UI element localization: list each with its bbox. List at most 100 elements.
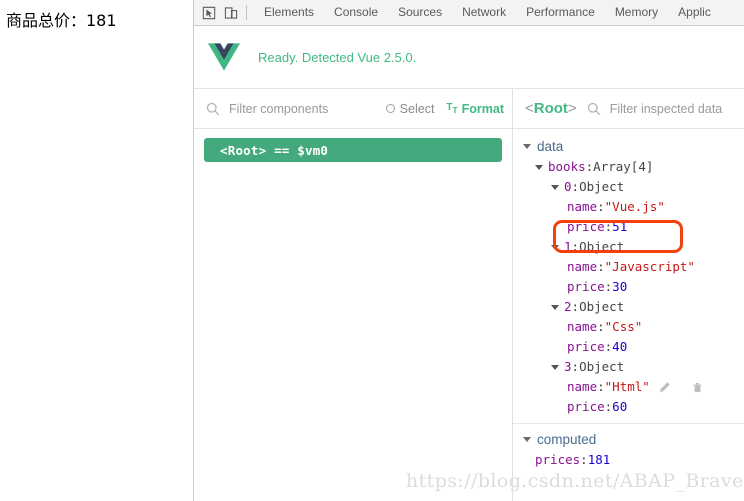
data-row-book-2-price[interactable]: price: 40: [513, 337, 744, 357]
toolbar-divider: [246, 5, 247, 20]
data-row-book-3[interactable]: 3: Object: [513, 357, 744, 377]
row-separator: :: [580, 452, 588, 467]
computed-row-prices[interactable]: prices: 181: [513, 450, 744, 470]
search-icon: [206, 102, 220, 115]
row-key: price: [567, 339, 605, 354]
component-tree-toolbar: Select TT Format: [194, 89, 512, 129]
tab-sources[interactable]: Sources: [388, 0, 452, 25]
edit-pencil-icon[interactable]: [658, 381, 671, 394]
filter-inspected-data-input[interactable]: [609, 101, 736, 116]
tab-network[interactable]: Network: [452, 0, 516, 25]
section-header-data[interactable]: data: [513, 136, 744, 157]
row-separator: :: [571, 239, 580, 254]
row-separator: :: [604, 339, 613, 354]
data-row-book-3-name[interactable]: name: "Html": [513, 377, 744, 397]
row-key: price: [567, 399, 605, 414]
devtools-tabbar: Elements Console Sources Network Perform…: [194, 0, 744, 26]
devtools-body: Select TT Format <Root> == $vm0 <Root>: [194, 89, 744, 501]
devtools-panel: Elements Console Sources Network Perform…: [193, 0, 744, 501]
tag-close-bracket: >: [567, 100, 577, 117]
vue-status-text: Ready. Detected Vue 2.5.0.: [258, 49, 417, 65]
row-key: 1: [564, 239, 572, 254]
tab-performance[interactable]: Performance: [516, 0, 605, 25]
tree-node-root[interactable]: <Root> == $vm0: [204, 138, 502, 162]
row-value: 40: [612, 339, 628, 354]
section-label: data: [537, 139, 564, 154]
row-value: "Html": [604, 379, 650, 394]
data-row-book-1-price[interactable]: price: 30: [513, 277, 744, 297]
row-value: "Javascript": [604, 259, 695, 274]
tree-node-label: <Root> == $vm0: [220, 142, 329, 158]
row-key: 2: [564, 299, 572, 314]
row-separator: :: [604, 219, 613, 234]
data-row-book-0-name[interactable]: name: "Vue.js": [513, 197, 744, 217]
tab-console[interactable]: Console: [324, 0, 388, 25]
delete-trash-icon[interactable]: [691, 381, 704, 394]
row-separator: :: [597, 379, 605, 394]
row-value: Array[4]: [593, 159, 654, 174]
target-circle-icon: [385, 104, 395, 113]
tab-elements[interactable]: Elements: [254, 0, 324, 25]
vue-logo: [208, 43, 240, 71]
row-key: 3: [564, 359, 572, 374]
format-toggle-button[interactable]: TT Format: [446, 102, 504, 116]
row-separator: :: [585, 159, 594, 174]
tag-open-bracket: <: [525, 100, 534, 117]
filter-components-input[interactable]: [229, 101, 374, 116]
data-row-books[interactable]: books: Array[4]: [513, 157, 744, 177]
inspected-data-pane: <Root> data books: Array[4: [513, 89, 744, 501]
chevron-down-icon: [535, 164, 543, 170]
row-key: price: [567, 219, 605, 234]
data-row-book-0[interactable]: 0: Object: [513, 177, 744, 197]
web-page-content: 商品总价：181: [0, 0, 193, 501]
data-row-book-2[interactable]: 2: Object: [513, 297, 744, 317]
text-format-icon: TT: [446, 102, 458, 115]
row-value: "Css": [604, 319, 643, 334]
row-value: 60: [612, 399, 628, 414]
row-value: Object: [579, 299, 625, 314]
row-separator: :: [571, 179, 580, 194]
row-action-icons: [658, 381, 704, 394]
row-value: Object: [579, 179, 625, 194]
row-key: name: [567, 319, 598, 334]
chevron-down-icon: [551, 244, 559, 250]
data-row-book-3-price[interactable]: price: 60: [513, 397, 744, 417]
page-title: 商品总价：181: [6, 11, 117, 30]
row-value: 30: [612, 279, 628, 294]
row-value: 51: [612, 219, 628, 234]
tab-application[interactable]: Applic: [668, 0, 721, 25]
chevron-down-icon: [551, 304, 559, 310]
select-button-label: Select: [399, 101, 435, 116]
chevron-down-icon: [523, 437, 531, 442]
device-toolbar-icon[interactable]: [220, 2, 242, 24]
data-row-book-2-name[interactable]: name: "Css": [513, 317, 744, 337]
section-header-computed[interactable]: computed: [513, 423, 744, 450]
section-label: computed: [537, 432, 597, 447]
row-key: price: [567, 279, 605, 294]
inspected-data-toolbar: <Root>: [513, 89, 744, 129]
data-row-book-0-price[interactable]: price: 51: [513, 217, 744, 237]
row-separator: :: [604, 279, 613, 294]
chevron-down-icon: [551, 184, 559, 190]
tab-memory[interactable]: Memory: [605, 0, 668, 25]
inspect-element-icon[interactable]: [198, 2, 220, 24]
row-separator: :: [571, 359, 580, 374]
row-separator: :: [597, 199, 605, 214]
row-value: Object: [579, 239, 625, 254]
format-button-label: Format: [461, 101, 504, 116]
vue-devtools-banner: Ready. Detected Vue 2.5.0.: [194, 26, 744, 89]
row-key: name: [567, 259, 598, 274]
data-row-book-1[interactable]: 1: Object: [513, 237, 744, 257]
inspected-component-tag: <Root>: [525, 100, 577, 117]
row-key: 0: [564, 179, 572, 194]
search-icon: [587, 102, 600, 115]
data-row-book-1-name[interactable]: name: "Javascript": [513, 257, 744, 277]
row-key: prices: [535, 452, 581, 467]
tag-name: Root: [533, 100, 568, 117]
row-value: "Vue.js": [604, 199, 665, 214]
chevron-down-icon: [551, 364, 559, 370]
select-component-button[interactable]: Select: [385, 101, 435, 116]
row-separator: :: [604, 399, 613, 414]
chevron-down-icon: [523, 144, 531, 149]
row-separator: :: [571, 299, 580, 314]
